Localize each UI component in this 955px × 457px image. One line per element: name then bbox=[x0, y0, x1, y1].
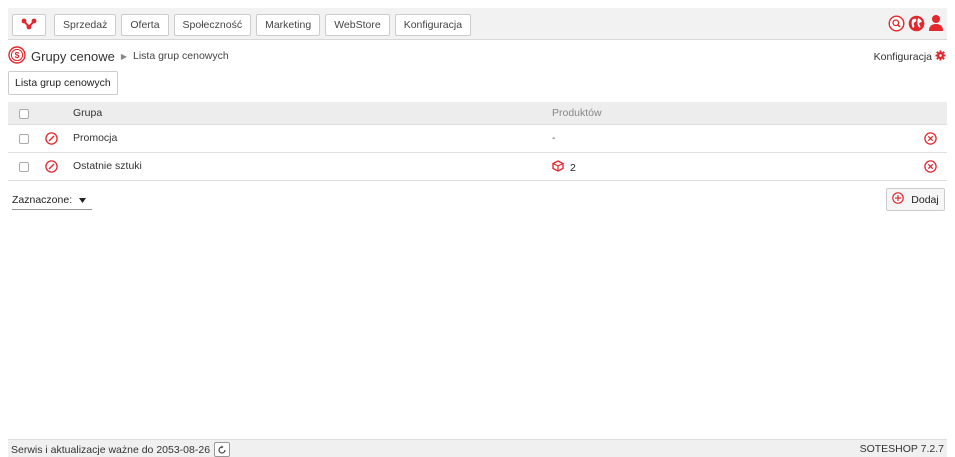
plus-circle-icon bbox=[892, 192, 905, 207]
configuration-link[interactable]: Konfiguracja bbox=[874, 50, 946, 64]
price-group-icon: $ bbox=[8, 45, 26, 67]
group-name-link[interactable]: Promocja bbox=[73, 132, 117, 144]
group-name-link[interactable]: Ostatnie sztuki bbox=[73, 160, 142, 172]
soteshop-logo-icon bbox=[21, 18, 37, 33]
refresh-button[interactable] bbox=[214, 442, 231, 457]
menu-item-community[interactable]: Społeczność bbox=[173, 14, 252, 36]
edit-icon[interactable] bbox=[45, 132, 58, 148]
table-header: Grupa Produktów bbox=[8, 102, 947, 125]
menu-item-configuration[interactable]: Konfiguracja bbox=[394, 14, 472, 36]
gear-icon bbox=[935, 50, 946, 64]
products-link[interactable]: 2 bbox=[552, 160, 576, 175]
products-count: - bbox=[552, 132, 556, 144]
breadcrumb-module-link[interactable]: Grupy cenowe bbox=[31, 49, 115, 64]
breadcrumb: $ Grupy cenowe ▶ Lista grup cenowych bbox=[8, 45, 229, 67]
top-navigation-bar: Sprzedaż Oferta Społeczność Marketing We… bbox=[8, 8, 947, 40]
svg-text:$: $ bbox=[15, 50, 20, 60]
user-icon[interactable] bbox=[928, 14, 944, 32]
delete-icon[interactable] bbox=[924, 160, 937, 176]
row-checkbox[interactable] bbox=[19, 134, 29, 144]
add-button[interactable]: Dodaj bbox=[886, 188, 945, 211]
logo-button[interactable] bbox=[12, 14, 46, 36]
menu-item-marketing[interactable]: Marketing bbox=[256, 14, 321, 36]
product-box-icon bbox=[552, 160, 564, 175]
price-group-table: Grupa Produktów Promocja - Ostatnie sztu… bbox=[8, 102, 947, 181]
search-icon[interactable] bbox=[888, 14, 905, 32]
column-header-group[interactable]: Grupa bbox=[73, 107, 102, 119]
caret-down-icon bbox=[79, 194, 87, 206]
service-validity-text: Serwis i aktualizacje ważne do 2053-08-2… bbox=[11, 443, 211, 456]
version-label: SOTESHOP 7.2.7 bbox=[859, 443, 944, 455]
bulk-action-select[interactable]: Zaznaczone: bbox=[12, 191, 93, 210]
menu-item-webstore[interactable]: WebStore bbox=[325, 14, 390, 36]
configuration-link-label: Konfiguracja bbox=[873, 51, 932, 63]
menu-item-offer[interactable]: Oferta bbox=[121, 14, 169, 36]
menu-item-sales[interactable]: Sprzedaż bbox=[54, 14, 117, 36]
delete-icon[interactable] bbox=[924, 132, 937, 148]
products-count-value: - bbox=[552, 132, 556, 144]
status-footer: Serwis i aktualizacje ważne do 2053-08-2… bbox=[8, 439, 947, 457]
price-group-list-tab[interactable]: Lista grup cenowych bbox=[8, 71, 118, 95]
edit-icon[interactable] bbox=[45, 160, 58, 176]
table-row: Promocja - bbox=[8, 125, 947, 153]
globe-icon[interactable] bbox=[908, 15, 925, 32]
row-checkbox[interactable] bbox=[19, 162, 29, 172]
table-row: Ostatnie sztuki 2 bbox=[8, 153, 947, 181]
select-all-checkbox[interactable] bbox=[19, 109, 29, 119]
products-count-value: 2 bbox=[570, 161, 576, 174]
bulk-action-label: Zaznaczone: bbox=[12, 194, 73, 206]
breadcrumb-current: Lista grup cenowych bbox=[132, 50, 229, 62]
breadcrumb-separator-icon: ▶ bbox=[120, 51, 127, 61]
column-header-products: Produktów bbox=[552, 107, 602, 119]
add-button-label: Dodaj bbox=[911, 193, 939, 206]
top-icons bbox=[888, 14, 944, 32]
main-menu: Sprzedaż Oferta Społeczność Marketing We… bbox=[54, 14, 472, 36]
